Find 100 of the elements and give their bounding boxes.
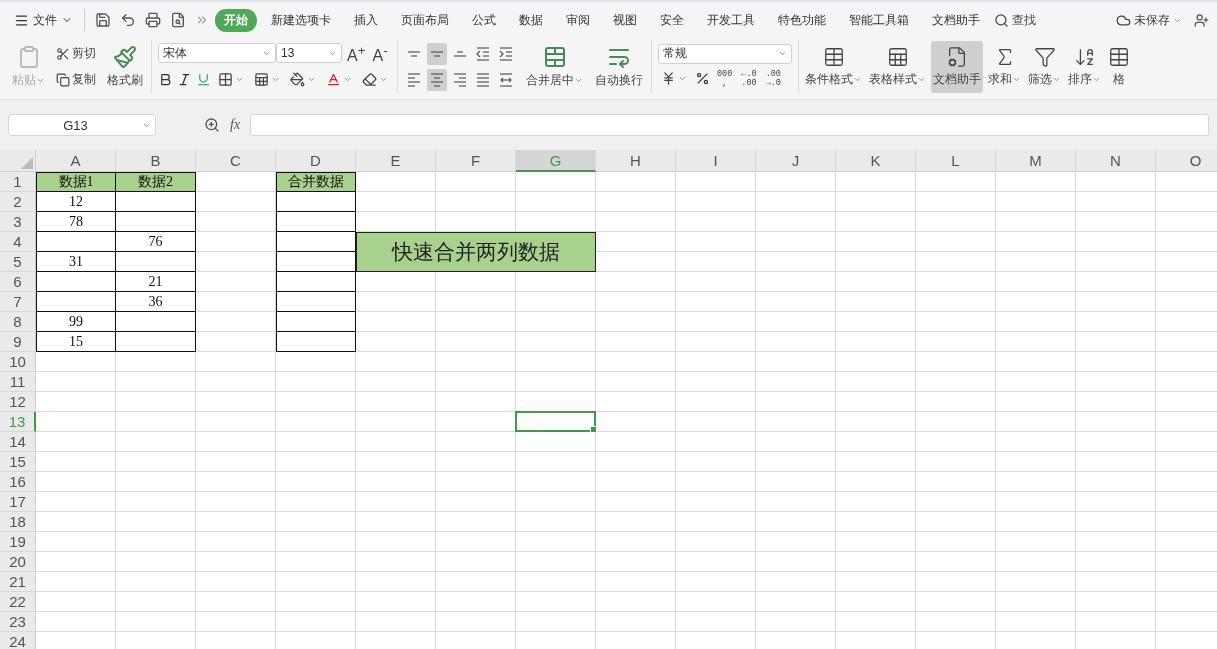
format-painter-button[interactable]: 格式刷 [105,40,145,93]
cell-style-icon [254,72,269,88]
ribbon-tool-button[interactable]: 筛选 [1026,40,1063,93]
row-header[interactable]: 15 [0,452,36,472]
font-name-field[interactable]: 宋体 [158,43,276,64]
row-header[interactable]: 1 [0,172,36,192]
column-header[interactable]: J [756,150,836,172]
column-header[interactable]: C [196,150,276,172]
row-header[interactable]: 4 [0,232,36,252]
ribbon-tab[interactable]: 数据 [510,8,552,32]
ribbon-tab[interactable]: 文档助手 [923,8,989,32]
table-cell: 99 [36,312,116,332]
row-header[interactable]: 14 [0,432,36,452]
row-header[interactable]: 24 [0,632,36,649]
ribbon-tab[interactable]: 插入 [345,8,387,32]
row-header[interactable]: 23 [0,612,36,632]
ribbon-tab[interactable]: 视图 [604,8,646,32]
align-left-icon [407,72,421,87]
row-header[interactable]: 5 [0,252,36,272]
row-header[interactable]: 16 [0,472,36,492]
row-header[interactable]: 21 [0,572,36,592]
ribbon-tool-button[interactable]: 表格样式 [867,40,928,93]
merge-center-button[interactable]: 合并居中 [524,40,585,93]
copy-button[interactable]: 复制 [53,68,99,91]
ribbon-tool-button[interactable]: 求和 [986,40,1023,93]
table-icon [822,45,845,68]
row-header[interactable]: 10 [0,352,36,372]
ribbon-tab[interactable]: 安全 [651,8,693,32]
row-header[interactable]: 20 [0,552,36,572]
decimal-button[interactable]: 000 , [715,67,735,90]
ribbon-tab[interactable]: 页面布局 [392,8,458,32]
save-icon[interactable] [95,12,111,28]
table-cell: 36 [116,292,196,312]
column-header[interactable]: K [836,150,916,172]
font-size-field[interactable]: 13 [276,43,342,64]
distribute-icon [499,72,513,87]
ribbon-tab[interactable]: 审阅 [557,8,599,32]
row-header[interactable]: 8 [0,312,36,332]
ribbon-tab[interactable]: 智能工具箱 [840,8,918,32]
ribbon-tab[interactable]: 公式 [463,8,505,32]
row-header[interactable]: 22 [0,592,36,612]
row-header[interactable]: 12 [0,392,36,412]
column-header[interactable]: D [276,150,356,172]
column-header[interactable]: I [676,150,756,172]
row-header[interactable]: 3 [0,212,36,232]
table-cell: 15 [36,332,116,352]
italic-icon[interactable] [177,72,192,88]
ribbon-tool-button[interactable]: 文档助手 [931,40,983,93]
ribbon-tab[interactable]: 特色功能 [769,8,835,32]
row-header[interactable]: 19 [0,532,36,552]
print-preview-icon[interactable] [170,12,186,28]
number-format-field[interactable]: 常规 [658,43,792,64]
column-header[interactable]: M [996,150,1076,172]
bold-icon[interactable] [158,72,173,88]
decimal-button[interactable]: ←.0 .00 [739,67,759,90]
filter-icon [1033,45,1056,68]
row-header[interactable]: 11 [0,372,36,392]
table-icon [1108,45,1130,68]
printer-icon[interactable] [145,12,161,28]
fill-handle[interactable] [590,426,597,433]
column-header[interactable]: E [356,150,436,172]
fx-label[interactable]: fx [230,117,241,133]
undo-icon[interactable] [120,12,136,28]
row-header[interactable]: 9 [0,332,36,352]
shrink-font-button[interactable]: A$^{-}$ [370,42,390,65]
row-header[interactable]: 18 [0,512,36,532]
formula-field[interactable] [250,114,1209,136]
grow-font-button[interactable]: A$^{+}$ [345,42,368,65]
row-header[interactable]: 2 [0,192,36,212]
name-box[interactable]: G13 [8,114,156,136]
add-user-icon[interactable] [1194,12,1209,28]
column-header[interactable]: L [916,150,996,172]
column-header[interactable]: B [116,150,196,172]
paintbrush-icon [113,44,137,69]
percent-icon[interactable] [695,71,710,86]
row-header[interactable]: 7 [0,292,36,312]
zoom-icon[interactable] [204,117,220,133]
decimal-button[interactable]: .00 →.0 [763,67,783,90]
column-header[interactable]: A [36,150,116,172]
merged-cell: 快速合并两列数据 [356,232,596,272]
cut-button[interactable]: 剪切 [53,42,99,65]
align-button[interactable] [427,68,447,91]
search-button[interactable]: 查找 [994,11,1036,29]
ribbon-tab[interactable]: 新建选项卡 [262,8,340,32]
column-header[interactable]: O [1156,150,1217,172]
ribbon-tool-button[interactable]: 条件格式 [803,40,864,93]
ribbon-tool-button[interactable]: 排序 [1066,40,1103,93]
ribbon-tab[interactable]: 开发工具 [698,8,764,32]
column-header[interactable]: H [596,150,676,172]
file-menu[interactable]: 文件 [10,9,77,31]
save-status-button[interactable]: 未保存 [1116,11,1182,29]
column-header[interactable]: N [1076,150,1156,172]
row-header[interactable]: 17 [0,492,36,512]
column-header[interactable]: F [436,150,516,172]
row-header[interactable]: 6 [0,272,36,292]
borders-icon [218,72,233,88]
wrap-text-button[interactable]: 自动换行 [593,40,645,93]
align-button[interactable] [427,42,447,65]
table-cell: 76 [116,232,196,252]
ribbon-tool-button[interactable]: 格 [1106,40,1132,93]
